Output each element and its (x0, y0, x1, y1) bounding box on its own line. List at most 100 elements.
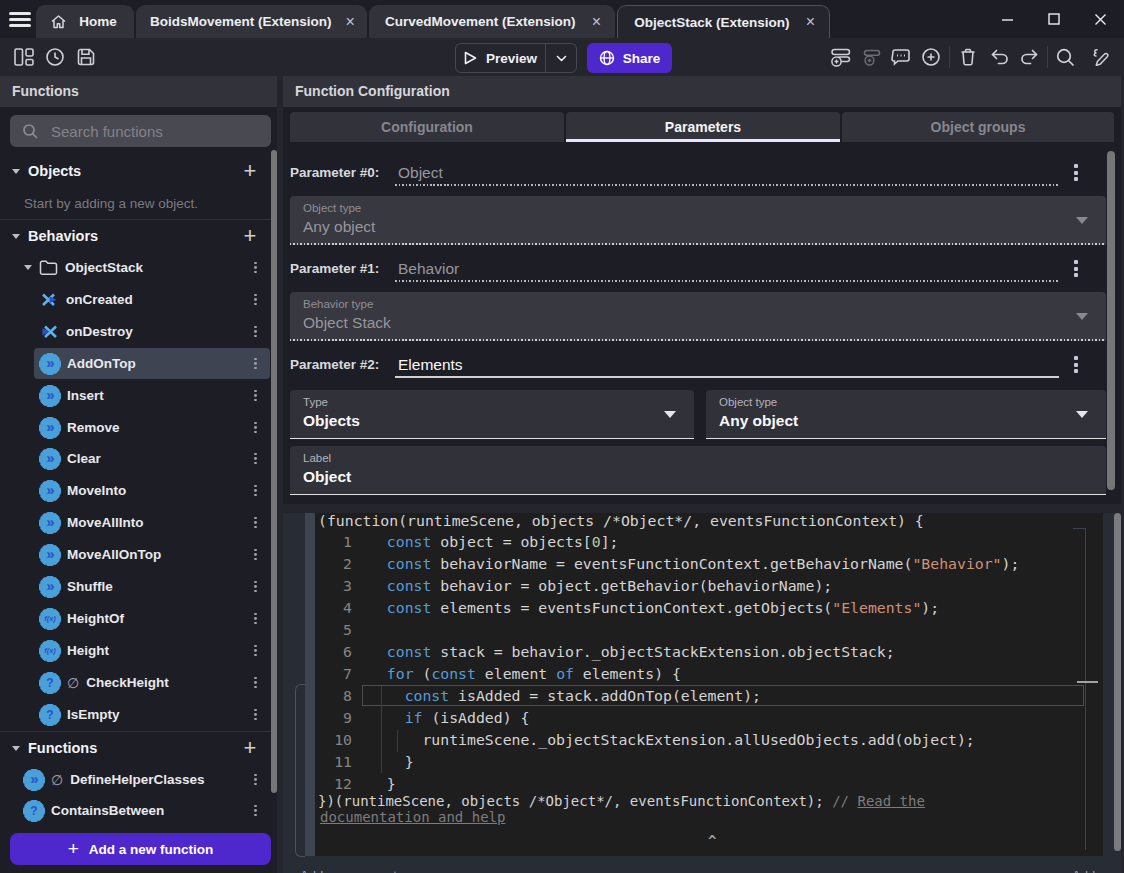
tab-parameters[interactable]: Parameters (566, 112, 840, 142)
sidebar-item-shuffle[interactable]: »Shuffle (4, 571, 270, 602)
trash-icon[interactable] (957, 46, 980, 69)
section-add-icon[interactable]: + (237, 158, 263, 184)
sidebar-item-isempty[interactable]: ?IsEmpty (4, 699, 270, 730)
parameters-scrollbar[interactable] (1107, 151, 1115, 490)
item-menu-icon[interactable] (254, 358, 257, 370)
param-0-menu-icon[interactable] (1074, 164, 1078, 181)
events-header-strip (283, 504, 1121, 513)
code-line-6: 6 const stack = behavior._objectStackExt… (315, 641, 352, 663)
sidebar-item-addontop[interactable]: »AddOnTop (34, 348, 270, 379)
add-function-button[interactable]: + Add a new function (10, 833, 271, 865)
param-1-behavior-type-select[interactable]: Behavior type Object Stack (290, 292, 1106, 341)
code-editor[interactable]: (function(runtimeScene, objects /*Object… (305, 513, 1103, 856)
preview-button[interactable]: Preview (455, 43, 577, 73)
window-maximize-button[interactable] (1039, 0, 1069, 38)
sidebar-item-moveallontop[interactable]: »MoveAllOnTop (4, 539, 270, 570)
tab-object-groups[interactable]: Object groups (842, 112, 1114, 142)
section-header-functions[interactable]: Functions+ (0, 733, 271, 763)
item-menu-icon[interactable] (254, 262, 257, 274)
menu-icon[interactable] (9, 12, 31, 27)
search-icon[interactable] (1054, 46, 1077, 69)
section-header-objects[interactable]: Objects+ (0, 156, 271, 186)
add-button[interactable]: Add (1072, 868, 1095, 873)
item-menu-icon[interactable] (254, 453, 257, 465)
tab-configuration[interactable]: Configuration (290, 112, 564, 142)
sidebar-item-insert[interactable]: »Insert (4, 380, 270, 411)
add-subevent-icon[interactable] (860, 46, 883, 69)
item-menu-icon[interactable] (254, 326, 257, 338)
share-button[interactable]: Share (587, 43, 672, 73)
code-wrapper-open: (function(runtimeScene, objects /*Object… (318, 513, 924, 532)
edit-extension-icon[interactable] (1088, 46, 1111, 69)
sidebar-item-checkheight[interactable]: ?∅CheckHeight (4, 667, 270, 698)
param-1-menu-icon[interactable] (1074, 260, 1078, 277)
comment-icon[interactable] (890, 46, 913, 69)
function-expression-icon: f(x) (40, 641, 60, 661)
window-close-button[interactable] (1085, 0, 1115, 38)
item-menu-icon[interactable] (254, 549, 257, 561)
sidebar-item-remove[interactable]: »Remove (4, 412, 270, 443)
tab-curvedmovement-extension[interactable]: CurvedMovement (Extension)× (369, 5, 615, 38)
param-0-object-type-select[interactable]: Object type Any object (290, 196, 1106, 245)
sidebar-item-clear[interactable]: »Clear (4, 443, 270, 474)
item-menu-icon[interactable] (254, 805, 257, 817)
param-0-name-input[interactable]: Object (398, 160, 443, 185)
sidebar-item-moveallinto[interactable]: »MoveAllInto (4, 507, 270, 538)
item-menu-icon[interactable] (254, 774, 257, 786)
save-icon[interactable] (75, 46, 98, 69)
section-add-icon[interactable]: + (237, 223, 263, 249)
sidebar-item-heightof[interactable]: f(x)HeightOf (4, 603, 270, 634)
sidebar-item-moveinto[interactable]: »MoveInto (4, 475, 270, 506)
item-menu-icon[interactable] (254, 645, 257, 657)
section-caret-icon (12, 169, 20, 174)
add-circle-icon[interactable] (920, 46, 943, 69)
history-icon[interactable] (44, 46, 67, 69)
item-menu-icon[interactable] (254, 485, 257, 497)
section-add-icon[interactable]: + (237, 735, 263, 761)
tab-boidsmovement-extension[interactable]: BoidsMovement (Extension)× (136, 5, 367, 38)
param-2-name-input[interactable]: Elements (398, 352, 463, 377)
sidebar-item-containsbetween[interactable]: ?ContainsBetween (4, 795, 270, 826)
sidebar-item-ondestroy[interactable]: onDestroy (4, 316, 270, 347)
documentation-link[interactable]: documentation and help (320, 809, 505, 825)
item-menu-icon[interactable] (254, 390, 257, 402)
param-2-label-input[interactable]: Label Object (290, 446, 1106, 495)
sidebar-item-height[interactable]: f(x)Height (4, 635, 270, 666)
window-minimize-button[interactable] (992, 0, 1022, 38)
add-event-icon[interactable] (829, 46, 852, 69)
tab-objectstack-extension[interactable]: ObjectStack (Extension)× (617, 5, 830, 38)
sidebar-item-objectstack[interactable]: ObjectStack (4, 252, 270, 283)
item-menu-icon[interactable] (254, 581, 257, 593)
item-menu-icon[interactable] (254, 517, 257, 529)
preview-button-main[interactable]: Preview (456, 44, 545, 72)
item-menu-icon[interactable] (254, 422, 257, 434)
undo-icon[interactable] (988, 46, 1011, 69)
field-value: Objects (303, 412, 360, 430)
redo-icon[interactable] (1018, 46, 1041, 69)
tab-close-icon[interactable]: × (806, 13, 815, 31)
search-placeholder: Search functions (51, 123, 163, 140)
tab-home[interactable]: Home (36, 5, 134, 38)
overview-ruler-tick (1073, 528, 1086, 529)
private-icon: ∅ (51, 772, 63, 788)
sidebar-item-definehelperclasses[interactable]: »∅DefineHelperClasses (4, 764, 270, 795)
panels-icon[interactable] (13, 46, 36, 69)
item-menu-icon[interactable] (254, 294, 257, 306)
tab-close-icon[interactable]: × (346, 13, 355, 31)
section-header-behaviors[interactable]: Behaviors+ (0, 221, 271, 251)
item-menu-icon[interactable] (254, 613, 257, 625)
tree-caret-icon[interactable] (24, 265, 32, 270)
item-menu-icon[interactable] (254, 709, 257, 721)
search-input[interactable]: Search functions (10, 115, 271, 147)
param-1-name-input[interactable]: Behavior (398, 256, 459, 281)
add-event-button[interactable]: Add a new event (300, 868, 397, 873)
preview-dropdown-button[interactable] (545, 44, 576, 72)
tab-close-icon[interactable]: × (592, 13, 601, 31)
collapse-caret-icon[interactable]: ^ (708, 833, 716, 849)
item-menu-icon[interactable] (254, 677, 257, 689)
events-scrollbar[interactable] (1114, 513, 1121, 851)
param-2-object-type-select[interactable]: Object type Any object (706, 390, 1106, 439)
param-2-menu-icon[interactable] (1074, 356, 1078, 373)
sidebar-item-oncreated[interactable]: onCreated (4, 284, 270, 315)
param-2-type-select[interactable]: Type Objects (290, 390, 694, 439)
